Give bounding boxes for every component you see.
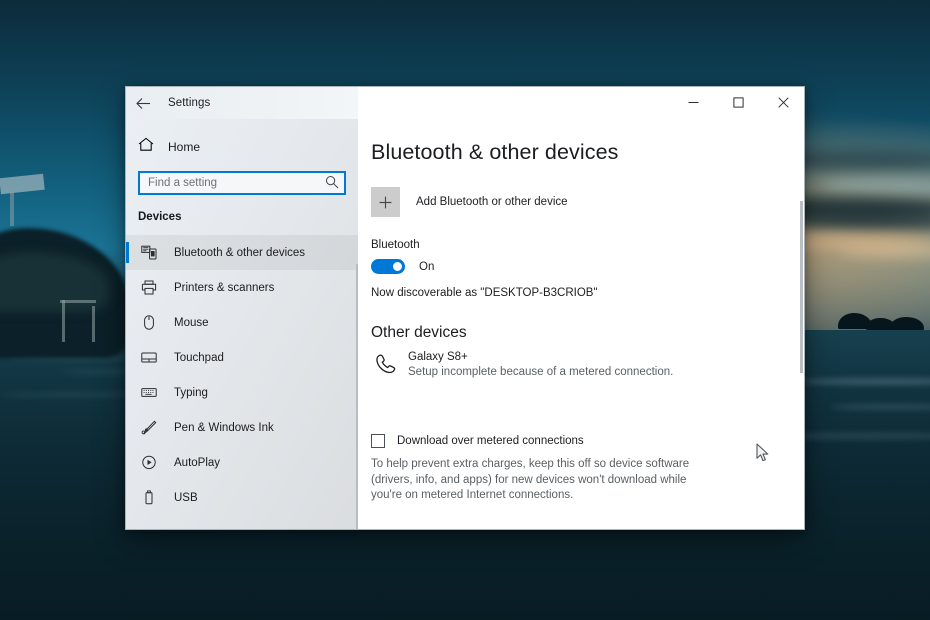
wallpaper-post [62, 300, 65, 342]
window-title: Settings [168, 97, 210, 109]
back-button[interactable] [126, 87, 160, 119]
bluetooth-toggle[interactable] [371, 259, 405, 274]
sidebar-item-label: Printers & scanners [174, 282, 274, 294]
maximize-button[interactable] [716, 87, 761, 117]
search-input[interactable] [138, 171, 346, 195]
bluetooth-devices-icon [138, 245, 160, 260]
sidebar-item-touchpad[interactable]: Touchpad [126, 340, 358, 375]
home-label: Home [168, 140, 200, 154]
metered-checkbox[interactable] [371, 434, 385, 448]
sidebar-item-label: AutoPlay [174, 457, 220, 469]
sidebar-item-label: Bluetooth & other devices [174, 247, 305, 259]
touchpad-icon [138, 350, 160, 365]
title-bar-left: Settings [126, 87, 358, 119]
sidebar: Home Devices [126, 119, 358, 530]
sidebar-item-home[interactable]: Home [126, 132, 358, 162]
device-list-item[interactable]: Galaxy S8+ Setup incomplete because of a… [371, 351, 805, 378]
pen-icon [138, 420, 160, 435]
desktop: Settings [0, 0, 930, 620]
printer-icon [138, 280, 160, 295]
sidebar-item-bluetooth-other-devices[interactable]: Bluetooth & other devices [126, 235, 358, 270]
autoplay-icon [138, 455, 160, 470]
content-scrollbar[interactable] [800, 201, 803, 373]
sidebar-section-header: Devices [126, 211, 358, 223]
device-text: Galaxy S8+ Setup incomplete because of a… [408, 351, 673, 378]
search-container [138, 171, 346, 195]
sidebar-item-mouse[interactable]: Mouse [126, 305, 358, 340]
wallpaper-post [92, 306, 95, 342]
minimize-button[interactable] [671, 87, 716, 117]
metered-description: To help prevent extra charges, keep this… [371, 457, 701, 504]
device-name: Galaxy S8+ [408, 351, 673, 363]
sidebar-item-label: Mouse [174, 317, 209, 329]
sidebar-item-label: Pen & Windows Ink [174, 422, 274, 434]
main-content: Bluetooth & other devices Add Bluetooth … [358, 119, 805, 530]
add-bluetooth-device-button[interactable]: Add Bluetooth or other device [371, 187, 805, 217]
sidebar-item-label: Touchpad [174, 352, 224, 364]
maximize-icon [733, 97, 744, 108]
sidebar-item-autoplay[interactable]: AutoPlay [126, 445, 358, 480]
bluetooth-label: Bluetooth [371, 239, 805, 251]
add-device-label: Add Bluetooth or other device [416, 196, 568, 208]
home-icon [138, 137, 154, 157]
sidebar-item-typing[interactable]: Typing [126, 375, 358, 410]
back-arrow-icon [136, 97, 151, 110]
other-devices-heading: Other devices [371, 324, 805, 342]
device-status: Setup incomplete because of a metered co… [408, 366, 673, 378]
phone-handset-icon [371, 351, 401, 375]
metered-checkbox-label: Download over metered connections [397, 435, 584, 447]
mouse-icon [138, 315, 160, 330]
sidebar-item-label: USB [174, 492, 198, 504]
toggle-knob [393, 262, 402, 271]
discoverable-text: Now discoverable as "DESKTOP-B3CRIOB" [371, 287, 805, 299]
wallpaper-wave [0, 392, 140, 397]
keyboard-icon [138, 385, 160, 400]
wallpaper-sign-pole [10, 192, 14, 226]
close-icon [778, 97, 789, 108]
sidebar-item-pen-windows-ink[interactable]: Pen & Windows Ink [126, 410, 358, 445]
sidebar-item-usb[interactable]: USB [126, 480, 358, 515]
close-button[interactable] [761, 87, 805, 117]
settings-window: Settings [125, 86, 805, 530]
title-bar: Settings [126, 87, 805, 119]
window-controls [358, 87, 805, 119]
sidebar-item-printers-scanners[interactable]: Printers & scanners [126, 270, 358, 305]
sidebar-nav-list: Bluetooth & other devices Printers & sca… [126, 235, 358, 515]
minimize-icon [688, 97, 699, 108]
usb-icon [138, 490, 160, 505]
bluetooth-toggle-state: On [419, 261, 434, 273]
page-title: Bluetooth & other devices [371, 140, 805, 165]
bluetooth-toggle-row: On [371, 259, 805, 274]
plus-icon [371, 187, 400, 217]
metered-checkbox-row[interactable]: Download over metered connections [371, 434, 805, 448]
wallpaper-post [60, 300, 96, 303]
sidebar-item-label: Typing [174, 387, 208, 399]
